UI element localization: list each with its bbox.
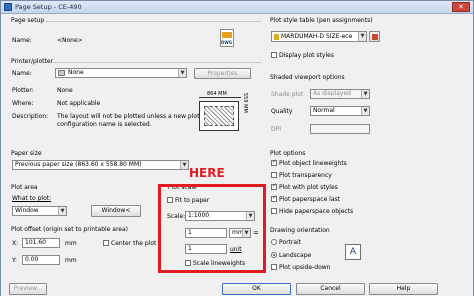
plot-paperspace-last-label: Plot paperspace last — [279, 196, 340, 203]
description-value-line1: The layout will not be plotted unless a … — [57, 113, 208, 120]
display-plot-styles-checkbox[interactable] — [271, 52, 277, 58]
chevron-down-icon: ▼ — [361, 107, 369, 115]
plot-with-styles-label: Plot with plot styles — [279, 184, 338, 191]
pen-table-icon — [274, 34, 279, 40]
x-offset-input[interactable]: 101.60 — [22, 238, 60, 248]
what-to-plot-dropdown[interactable]: Window ▼ — [12, 206, 67, 216]
annotation-here-text: HERE — [189, 166, 225, 180]
quality-label: Quality — [271, 108, 293, 115]
printer-name-value: None — [68, 69, 84, 76]
quality-dropdown[interactable]: Normal ▼ — [310, 106, 370, 116]
dpi-label: DPI — [271, 126, 282, 133]
chevron-down-icon: ▼ — [180, 161, 188, 169]
paper-size-group-label: Paper size — [10, 150, 43, 157]
description-label: Description: — [12, 113, 49, 120]
paper-size-dropdown[interactable]: Previous paper size (863.60 x 558.80 MM)… — [12, 160, 189, 170]
center-plot-checkbox[interactable] — [103, 240, 109, 246]
paper-sheet — [199, 101, 239, 131]
page-setup-name-value: <None> — [57, 37, 83, 44]
plot-style-table-group-label: Plot style table (pen assignments) — [269, 17, 374, 24]
page-setup-group-label: Page setup — [10, 17, 46, 24]
plotter-value: None — [57, 87, 73, 94]
shade-plot-dropdown[interactable]: As displayed ▼ — [310, 89, 370, 99]
plot-upside-down-label: Plot upside-down — [279, 264, 331, 271]
preview-height-label: 559 MM — [242, 93, 248, 113]
y-offset-label: Y: — [12, 257, 17, 264]
printer-icon — [58, 70, 65, 76]
paper-preview: 864 MM 559 MM — [197, 91, 255, 135]
edit-icon — [372, 34, 378, 40]
plot-transparency-label: Plot transparency — [279, 172, 332, 179]
printer-name-dropdown[interactable]: None ▼ — [55, 68, 187, 78]
window-select-button[interactable]: Window< — [91, 205, 141, 217]
where-label: Where: — [12, 100, 34, 107]
width-dimension-line — [199, 97, 241, 98]
plot-upside-down-checkbox[interactable] — [271, 264, 277, 270]
shade-plot-label: Shade plot — [271, 91, 304, 98]
plot-paperspace-last-checkbox[interactable] — [271, 194, 277, 202]
description-value-line2: configuration name is selected. — [57, 121, 152, 128]
plot-options-group-label: Plot options — [269, 150, 307, 157]
printer-group-label: Printer/plotter — [10, 58, 54, 65]
dialog-button-bar: Preview... OK Cancel Help — [1, 283, 473, 296]
plot-area-group-label: Plot area — [10, 184, 39, 191]
page-setup-name-label: Name: — [12, 37, 32, 44]
portrait-radio[interactable] — [271, 239, 277, 245]
preview-button[interactable]: Preview... — [9, 283, 47, 295]
paper-size-value: Previous paper size (863.60 x 558.80 MM) — [15, 161, 142, 168]
printer-name-label: Name: — [12, 70, 32, 77]
edit-plot-style-button[interactable] — [369, 31, 380, 42]
what-to-plot-value: Window — [15, 207, 39, 214]
title-bar[interactable]: Page Setup - CE-490 ✕ — [1, 1, 473, 14]
plot-object-lineweights-checkbox[interactable] — [271, 158, 277, 166]
y-offset-input[interactable]: 0.00 — [22, 255, 60, 265]
where-value: Not applicable — [57, 100, 101, 107]
x-offset-unit: mm — [65, 240, 77, 247]
dwg-file-icon: DWG — [220, 29, 234, 47]
close-button[interactable]: ✕ — [452, 2, 470, 12]
drawing-orientation-group-label: Drawing orientation — [269, 227, 331, 234]
page-setup-dialog: Page Setup - CE-490 ✕ Page setup Name: <… — [0, 0, 474, 296]
window-title: Page Setup - CE-490 — [15, 3, 82, 11]
dpi-input[interactable] — [310, 124, 370, 134]
x-offset-label: X: — [12, 240, 19, 247]
y-offset-unit: mm — [65, 257, 77, 264]
chevron-down-icon: ▼ — [361, 90, 369, 98]
divider — [53, 62, 261, 63]
landscape-label: Landscape — [279, 252, 312, 259]
center-plot-label: Center the plot — [111, 240, 157, 247]
dwg-icon-text: DWG — [221, 40, 233, 45]
chevron-down-icon: ▼ — [58, 207, 66, 215]
plot-style-table-value: MARDUMAH-D SIZE-ece — [281, 33, 353, 40]
plot-transparency-checkbox[interactable] — [271, 172, 277, 178]
shade-plot-value: As displayed — [313, 90, 351, 97]
cancel-button[interactable]: Cancel — [296, 283, 365, 295]
plot-with-styles-checkbox[interactable] — [271, 182, 277, 190]
what-to-plot-label: What to plot: — [12, 195, 52, 202]
hide-paperspace-objects-label: Hide paperspace objects — [279, 208, 354, 215]
ok-button[interactable]: OK — [222, 283, 291, 295]
shaded-viewport-group-label: Shaded viewport options — [269, 74, 346, 81]
portrait-label: Portrait — [279, 239, 302, 246]
quality-value: Normal — [313, 107, 335, 114]
dwg-icon-mark — [222, 32, 232, 38]
chevron-down-icon: ▼ — [358, 32, 366, 41]
plot-style-table-dropdown[interactable]: MARDUMAH-D SIZE-ece ▼ — [271, 31, 367, 42]
display-plot-styles-label: Display plot styles — [279, 52, 334, 59]
plot-object-lineweights-label: Plot object lineweights — [279, 160, 347, 167]
plot-offset-group-label: Plot offset (origin set to printable are… — [10, 226, 130, 233]
landscape-radio[interactable] — [271, 252, 277, 258]
autocad-app-icon — [4, 3, 12, 11]
plotter-label: Plotter: — [12, 87, 34, 94]
divider — [46, 21, 261, 22]
orientation-preview-icon: A — [345, 244, 361, 260]
annotation-highlight-box — [158, 184, 266, 273]
printable-area — [204, 106, 234, 126]
help-button[interactable]: Help — [369, 283, 438, 295]
chevron-down-icon: ▼ — [178, 69, 186, 77]
properties-button[interactable]: Properties — [194, 68, 251, 79]
hide-paperspace-objects-checkbox[interactable] — [271, 208, 277, 214]
